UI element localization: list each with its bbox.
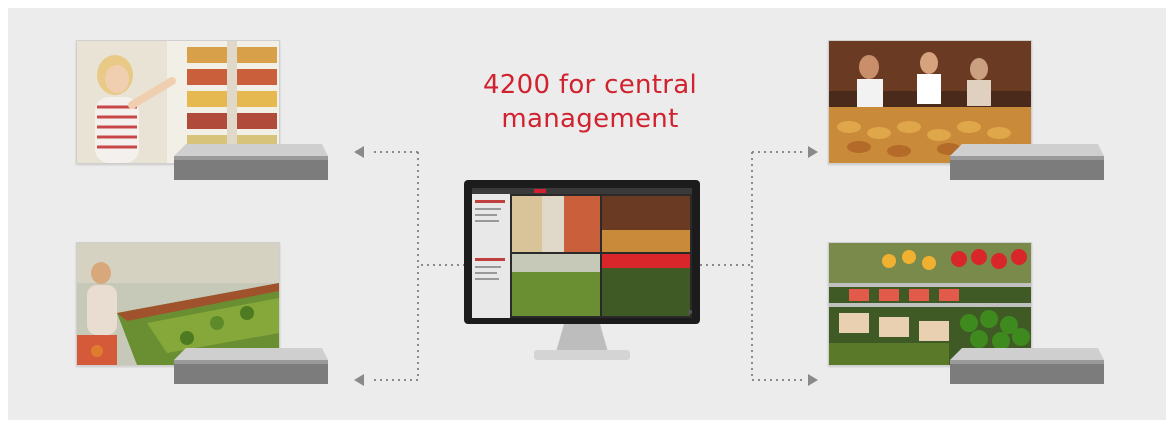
nvr-recorder-icon — [172, 346, 328, 386]
title-line-1: 4200 for central — [482, 70, 698, 100]
diagram-title: 4200 for central management — [440, 68, 740, 136]
monitor-icon — [464, 180, 700, 362]
nvr-recorder-icon — [172, 142, 328, 182]
title-line-2: management — [501, 104, 679, 134]
nvr-recorder-icon — [948, 142, 1104, 182]
nvr-recorder-icon — [948, 346, 1104, 386]
